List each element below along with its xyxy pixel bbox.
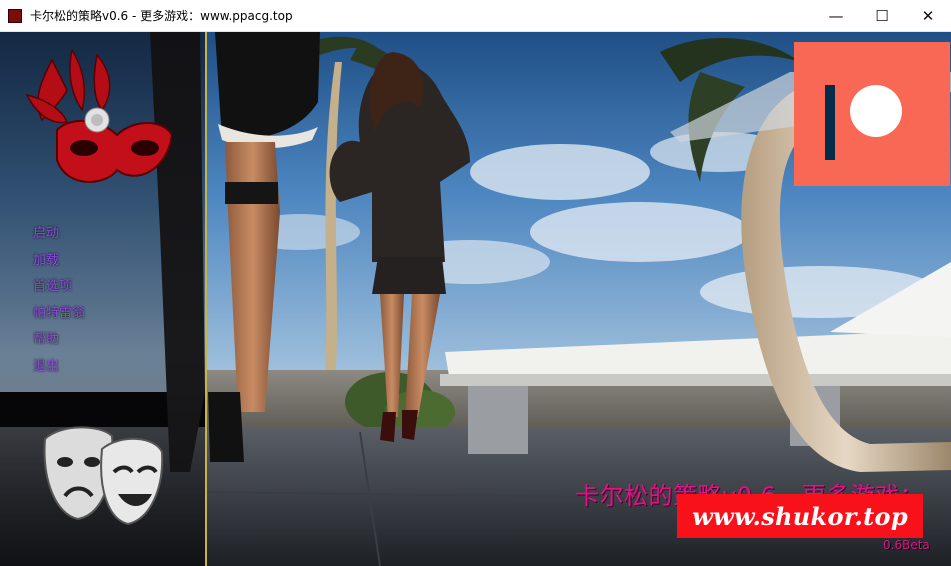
patreon-circle xyxy=(850,85,902,137)
window-title: 卡尔松的策略v0.6 - 更多游戏：www.ppacg.top xyxy=(30,9,293,23)
close-button[interactable]: ✕ xyxy=(905,0,951,32)
patreon-bar xyxy=(825,85,835,160)
minimize-button[interactable]: — xyxy=(813,0,859,32)
watermark-text: www.shukor.top xyxy=(692,501,908,531)
menu-item-start[interactable]: 启动 xyxy=(33,224,85,251)
menu-item-preferences[interactable]: 首选项 xyxy=(33,277,85,304)
app-icon xyxy=(8,8,22,23)
main-menu-panel: 启动 加载 首选项 帕特雷翁 帮助 退出 xyxy=(0,32,205,566)
menu-item-quit[interactable]: 退出 xyxy=(33,357,85,384)
menu-divider xyxy=(205,32,207,566)
menu-item-help[interactable]: 帮助 xyxy=(33,330,85,357)
menu-item-load[interactable]: 加载 xyxy=(33,251,85,278)
maximize-button[interactable]: ☐ xyxy=(859,0,905,32)
theater-masks-icon xyxy=(43,426,164,526)
window-controls: — ☐ ✕ xyxy=(813,0,951,32)
main-menu: 启动 加载 首选项 帕特雷翁 帮助 退出 xyxy=(33,224,85,383)
patreon-logo-icon[interactable] xyxy=(794,42,950,186)
menu-item-patreon[interactable]: 帕特雷翁 xyxy=(33,304,85,331)
watermark-banner: www.shukor.top xyxy=(677,494,923,538)
game-viewport: 启动 加载 首选项 帕特雷翁 帮助 退出 卡尔松的策略v0.6 - 更多游戏： … xyxy=(0,32,951,566)
window-titlebar: 卡尔松的策略v0.6 - 更多游戏：www.ppacg.top — ☐ ✕ xyxy=(0,0,951,32)
version-label: 0.6Beta xyxy=(883,538,930,552)
carnival-mask-icon xyxy=(25,50,172,183)
